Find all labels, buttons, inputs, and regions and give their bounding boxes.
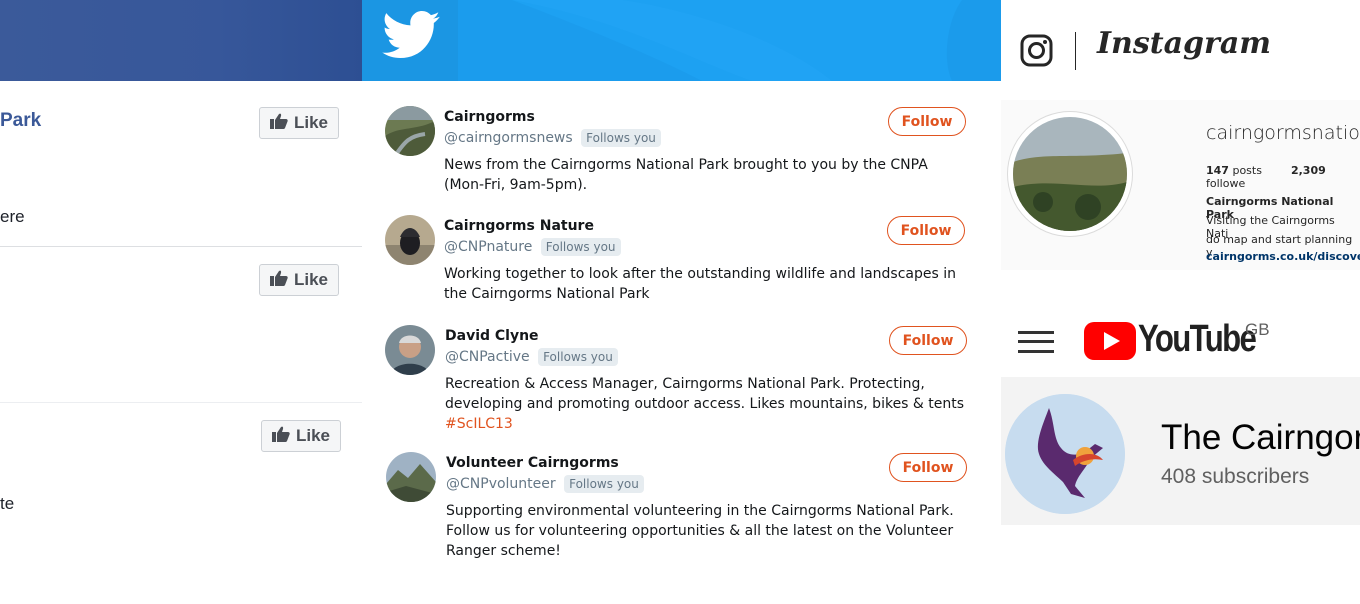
account-handle[interactable]: @CNPactive — [445, 349, 530, 365]
follow-button[interactable]: Follow — [887, 216, 965, 245]
account-handle-row: @CNPnature Follows you — [444, 238, 621, 256]
thumbs-up-icon — [269, 113, 288, 134]
account-handle-row: @CNPvolunteer Follows you — [446, 475, 644, 493]
youtube-channel-avatar[interactable] — [1005, 394, 1125, 514]
youtube-subscriber-count: 408 subscribers — [1161, 465, 1310, 488]
follows-you-badge: Follows you — [564, 475, 644, 493]
posts-label: posts — [1232, 164, 1262, 177]
facebook-page-title[interactable]: Park — [0, 110, 41, 132]
facebook-divider — [0, 402, 362, 403]
avatar[interactable] — [385, 325, 435, 375]
instagram-stats: 147 posts 2,309 followe — [1206, 164, 1360, 190]
account-name[interactable]: David Clyne — [445, 328, 539, 344]
followers-count[interactable]: 2,309 — [1291, 164, 1326, 177]
account-handle[interactable]: @CNPnature — [444, 239, 532, 255]
avatar[interactable] — [386, 452, 436, 502]
youtube-channel-name[interactable]: The Cairngor — [1161, 418, 1360, 458]
follow-button[interactable]: Follow — [889, 326, 967, 355]
like-button-label: Like — [293, 270, 329, 289]
instagram-divider — [1075, 32, 1076, 70]
account-handle-row: @CNPactive Follows you — [445, 348, 618, 366]
follows-you-badge: Follows you — [538, 348, 618, 366]
posts-count: 147 — [1206, 164, 1229, 177]
facebook-panel — [0, 0, 362, 604]
account-bio: Recreation & Access Manager, Cairngorms … — [445, 374, 965, 434]
instagram-camera-icon[interactable] — [1020, 34, 1053, 72]
like-button[interactable]: Like — [261, 420, 341, 452]
instagram-wordmark[interactable]: Instagram — [1097, 26, 1271, 61]
facebook-header-bar — [0, 0, 362, 81]
account-name[interactable]: Volunteer Cairngorms — [446, 455, 619, 471]
follows-you-badge: Follows you — [540, 238, 621, 256]
like-button[interactable]: Like — [259, 107, 339, 139]
twitter-header-bar — [362, 0, 1002, 81]
account-handle[interactable]: @cairngormsnews — [444, 130, 573, 146]
youtube-region-label: GB — [1245, 320, 1270, 339]
thumbs-up-icon — [269, 270, 288, 291]
like-button-label: Like — [295, 426, 331, 445]
facebook-post-text: ere — [0, 207, 25, 226]
instagram-username[interactable]: cairngormsnation — [1206, 122, 1360, 144]
account-name[interactable]: Cairngorms Nature — [444, 218, 594, 234]
account-handle-row: @cairngormsnews Follows you — [444, 129, 661, 147]
hashtag-link[interactable]: #ScILC13 — [445, 416, 513, 432]
avatar[interactable] — [385, 106, 435, 156]
hamburger-menu-icon[interactable] — [1018, 330, 1054, 359]
thumbs-up-icon — [271, 426, 290, 447]
account-handle[interactable]: @CNPvolunteer — [446, 476, 556, 492]
follow-button[interactable]: Follow — [888, 107, 966, 136]
like-button-label: Like — [293, 113, 329, 132]
followers-label[interactable]: followe — [1206, 177, 1245, 190]
facebook-divider — [0, 246, 362, 247]
youtube-wordmark[interactable]: YouTube — [1138, 318, 1257, 361]
follows-you-badge: Follows you — [581, 129, 661, 147]
instagram-website-link[interactable]: cairngorms.co.uk/discover- — [1206, 250, 1360, 263]
account-bio: Supporting environmental volunteering in… — [446, 503, 954, 559]
like-button[interactable]: Like — [259, 264, 339, 296]
account-bio-text: Recreation & Access Manager, Cairngorms … — [445, 376, 965, 412]
twitter-bird-icon — [382, 11, 440, 64]
account-bio: News from the Cairngorms National Park b… — [444, 157, 928, 193]
account-bio: Working together to look after the outst… — [444, 266, 956, 302]
follow-button[interactable]: Follow — [889, 453, 967, 482]
instagram-profile-avatar[interactable] — [1013, 117, 1127, 231]
account-name[interactable]: Cairngorms — [444, 109, 535, 125]
facebook-post-text: te — [0, 494, 15, 513]
youtube-play-logo-icon[interactable] — [1084, 322, 1136, 365]
avatar[interactable] — [385, 215, 435, 265]
